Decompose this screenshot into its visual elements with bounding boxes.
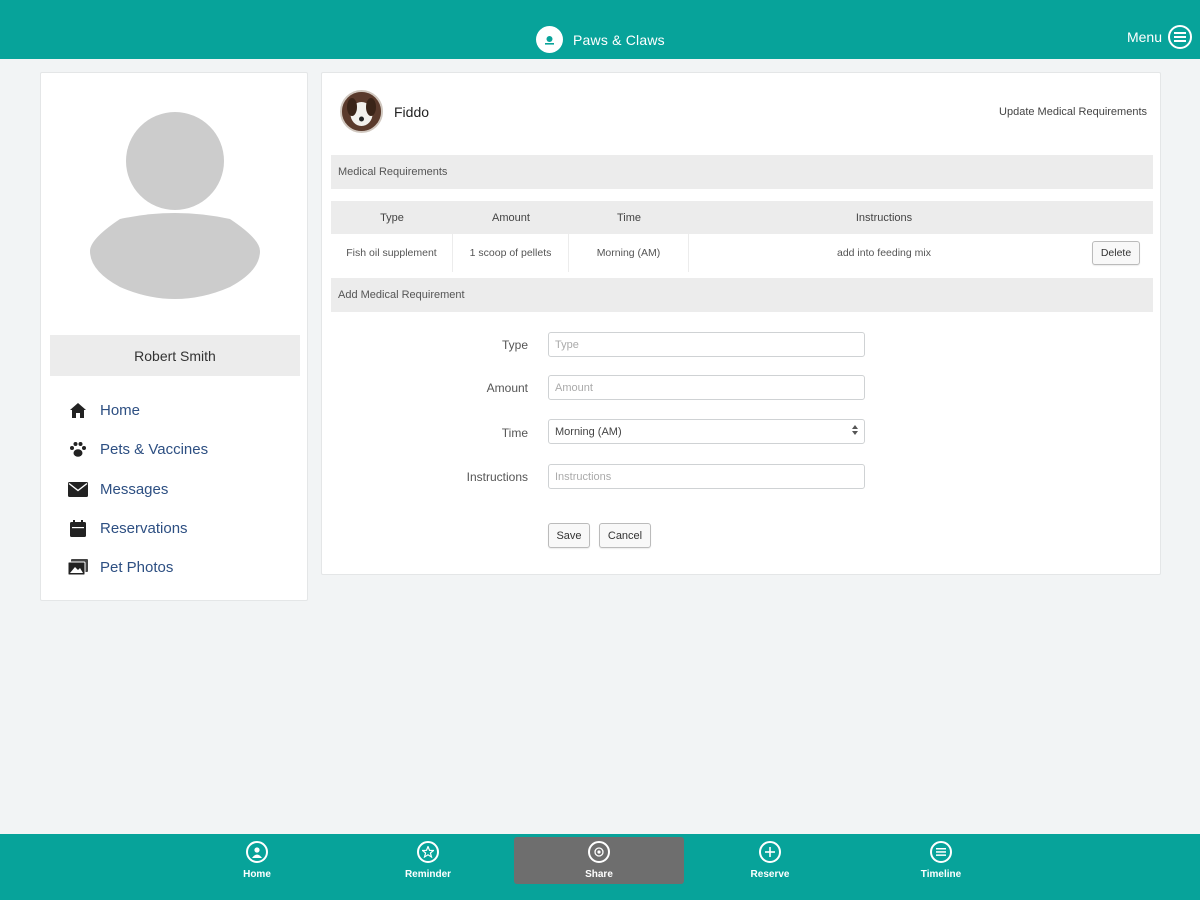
brand[interactable]: Paws & Claws <box>536 26 665 53</box>
add-medical-requirement-header: Add Medical Requirement <box>331 278 1153 312</box>
tab-share[interactable]: Share <box>539 834 659 900</box>
menu-label: Menu <box>1126 29 1162 45</box>
amount-input[interactable]: Amount <box>548 375 865 400</box>
avatar-placeholder-icon <box>90 112 260 299</box>
delete-button[interactable]: Delete <box>1091 241 1141 265</box>
bottom-nav: Home Reminder Share Reserve Timeline <box>0 834 1200 900</box>
paw-icon <box>67 439 89 461</box>
tab-reminder[interactable]: Reminder <box>368 834 488 900</box>
tab-label: Reminder <box>404 869 452 880</box>
tab-reserve[interactable]: Reserve <box>710 834 830 900</box>
sidebar-item-messages[interactable]: Messages <box>67 470 208 509</box>
plus-circle-icon <box>759 841 781 863</box>
pet-name: Fiddo <box>394 104 430 120</box>
sidebar-item-home[interactable]: Home <box>67 391 208 430</box>
tab-label: Reserve <box>750 869 790 880</box>
time-select[interactable]: Morning (AM) <box>548 419 865 444</box>
menu-icon <box>1168 25 1192 49</box>
tab-home[interactable]: Home <box>197 834 317 900</box>
sidebar-item-label: Messages <box>100 480 169 498</box>
tab-label: Share <box>585 869 613 880</box>
sidebar-item-label: Home <box>100 402 141 420</box>
menu-button[interactable]: Menu <box>1127 25 1192 49</box>
tab-label: Timeline <box>920 869 962 880</box>
sidebar-item-label: Reservations <box>100 520 188 538</box>
pet-avatar <box>340 90 383 133</box>
type-label: Type <box>501 338 528 352</box>
logo-icon <box>536 26 563 53</box>
top-bar: Paws & Claws Menu <box>0 0 1200 59</box>
instructions-label: Instructions <box>466 470 528 484</box>
profile-panel: Robert Smith Home Pets & Vaccines Messag… <box>40 72 308 601</box>
sidebar-item-reservations[interactable]: Reservations <box>67 509 208 548</box>
share-icon <box>588 841 610 863</box>
save-button[interactable]: Save <box>548 523 590 548</box>
envelope-icon <box>67 478 89 500</box>
sidebar-item-label: Pet Photos <box>100 559 174 577</box>
medical-requirements-table: Type Amount Time Instructions Fish oil s… <box>331 201 1153 272</box>
tab-timeline[interactable]: Timeline <box>881 834 1001 900</box>
table-header: Type Amount Time Instructions <box>331 201 1153 234</box>
cancel-button[interactable]: Cancel <box>599 523 651 548</box>
photos-icon <box>67 557 89 579</box>
column-header-instructions: Instructions <box>855 211 913 224</box>
cell-instructions: add into feeding mix <box>837 247 931 259</box>
sidebar-item-pet-photos[interactable]: Pet Photos <box>67 548 208 587</box>
medical-panel: Fiddo Update Medical Requirements Medica… <box>321 72 1161 575</box>
calendar-icon <box>67 518 89 540</box>
amount-label: Amount <box>486 381 528 395</box>
sidebar-nav: Home Pets & Vaccines Messages Reservatio… <box>67 391 208 587</box>
table-row: Fish oil supplement 1 scoop of pellets M… <box>331 234 1153 272</box>
update-medical-requirements-link[interactable]: Update Medical Requirements <box>999 106 1147 118</box>
column-header-type: Type <box>380 211 404 224</box>
medical-requirements-header: Medical Requirements <box>331 155 1153 189</box>
cell-amount: 1 scoop of pellets <box>453 234 569 272</box>
home-icon <box>67 400 89 422</box>
user-circle-icon <box>246 841 268 863</box>
time-select-value: Morning (AM) <box>555 425 622 438</box>
instructions-input[interactable]: Instructions <box>548 464 865 489</box>
column-header-time: Time <box>616 211 642 224</box>
select-arrows-icon <box>852 425 858 438</box>
cell-time: Morning (AM) <box>569 234 689 272</box>
user-name: Robert Smith <box>50 335 300 376</box>
sidebar-item-label: Pets & Vaccines <box>100 441 209 459</box>
sidebar-item-pets-vaccines[interactable]: Pets & Vaccines <box>67 430 208 469</box>
star-icon <box>417 841 439 863</box>
column-header-amount: Amount <box>492 211 530 224</box>
app-name: Paws & Claws <box>573 31 665 48</box>
type-input[interactable]: Type <box>548 332 865 357</box>
tab-label: Home <box>243 869 271 880</box>
cell-type: Fish oil supplement <box>331 234 453 272</box>
timeline-icon <box>930 841 952 863</box>
time-label: Time <box>501 426 528 440</box>
